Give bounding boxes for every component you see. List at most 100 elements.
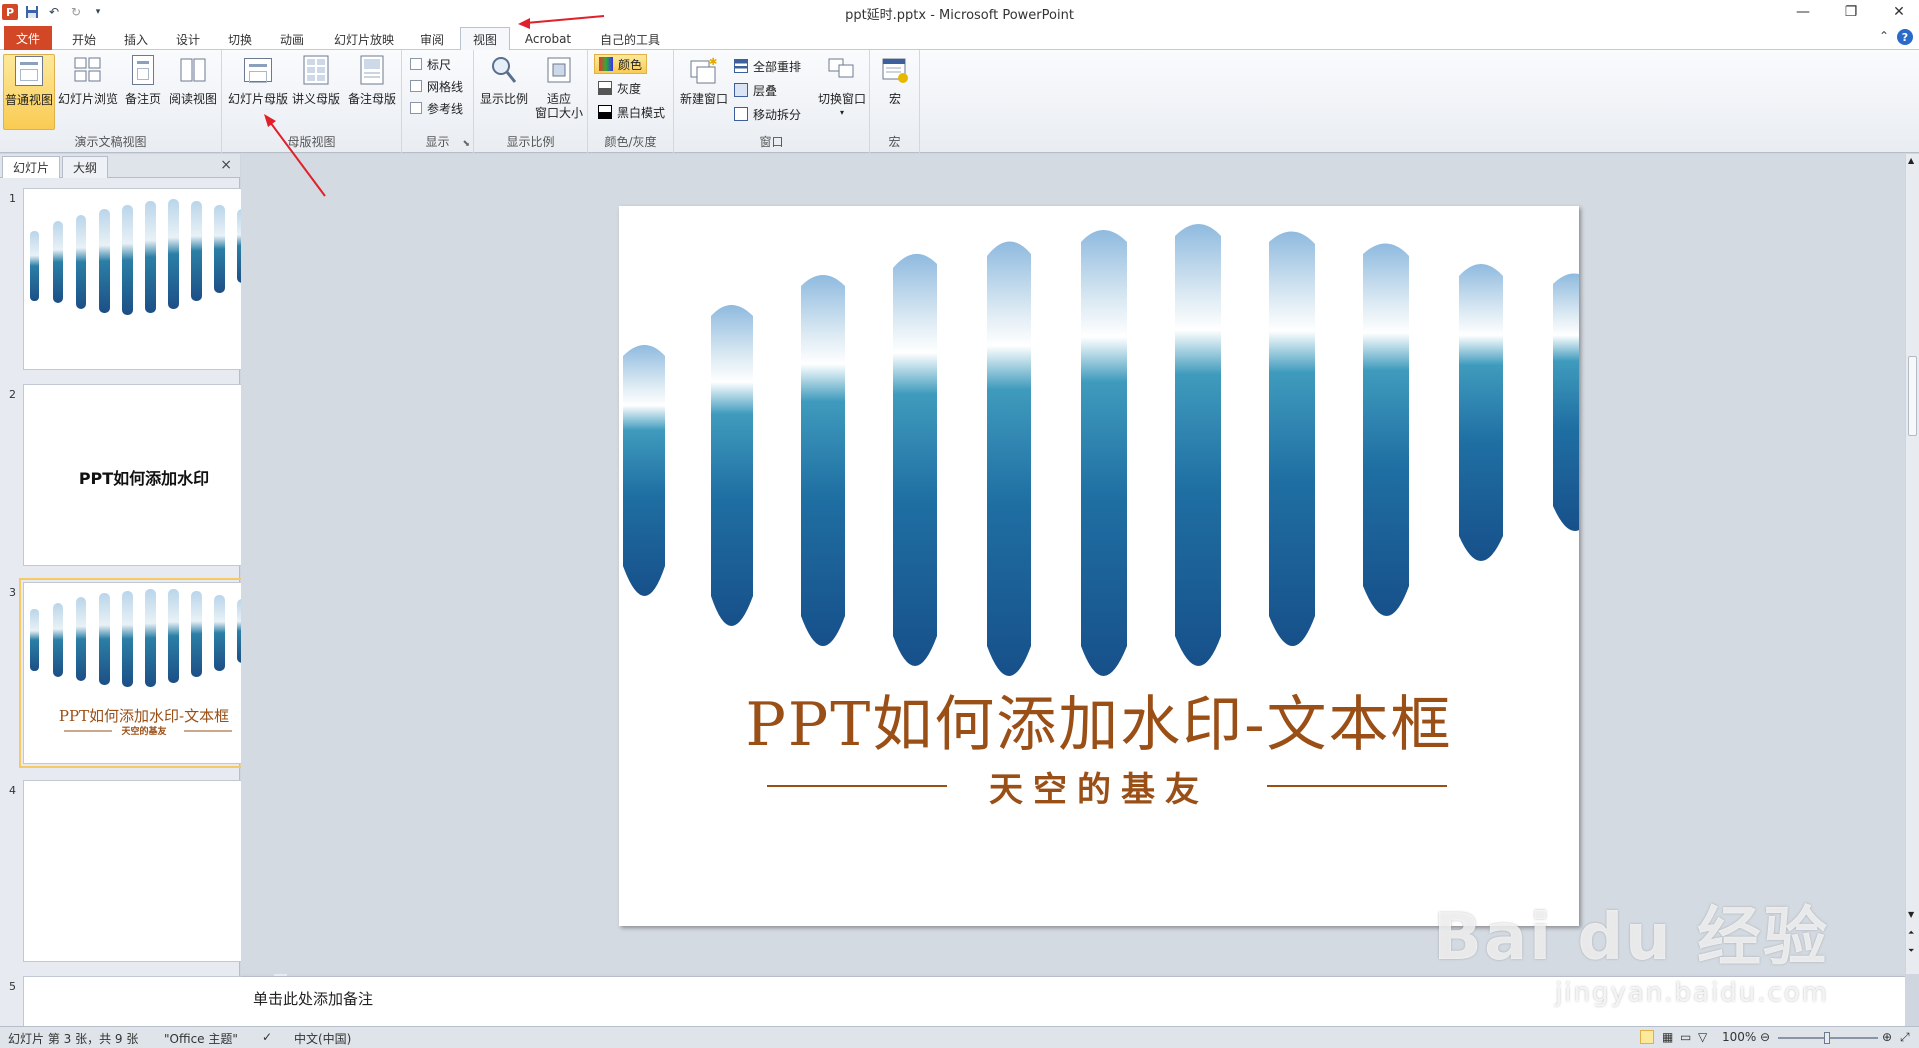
ruler-checkbox[interactable]: 标尺 bbox=[410, 54, 451, 74]
macro-icon bbox=[882, 58, 908, 83]
slide-title[interactable]: PPT如何添加水印-文本框 bbox=[619, 676, 1579, 763]
tab-outline[interactable]: 大纲 bbox=[62, 156, 109, 178]
macros-button[interactable]: 宏 bbox=[870, 54, 920, 130]
restore-icon[interactable]: ❐ bbox=[1831, 0, 1871, 24]
subtitle-right-line bbox=[1267, 785, 1447, 787]
zoom-button[interactable]: 显示比例 bbox=[478, 54, 530, 130]
fit-slide-icon[interactable]: ⤢ bbox=[1900, 1030, 1910, 1045]
close-icon[interactable]: ✕ bbox=[1879, 0, 1919, 24]
ribbon: 普通视图 幻灯片浏览 备注页 阅读视图 演示文稿视图 幻灯片母版 讲义母版 备注… bbox=[0, 50, 1919, 153]
tab-insert[interactable]: 插入 bbox=[114, 28, 158, 50]
gridlines-checkbox[interactable]: 网格线 bbox=[410, 76, 463, 96]
arrange-all-button[interactable]: 全部重排 bbox=[734, 56, 801, 76]
tab-file[interactable]: 文件 bbox=[4, 26, 52, 50]
slide-sorter-icon bbox=[74, 57, 101, 82]
tab-transitions[interactable]: 切换 bbox=[218, 28, 262, 50]
minimize-icon[interactable]: — bbox=[1783, 0, 1823, 24]
black-white-button[interactable]: 黑白模式 bbox=[598, 102, 665, 122]
baidu-watermark-brand: Bai du 经验 bbox=[1433, 901, 1829, 975]
editor-scrollbar[interactable]: ▲ ▼ ⏶ ⏷ bbox=[1905, 154, 1919, 974]
group-master-views: 幻灯片母版 讲义母版 备注母版 母版视图 bbox=[222, 50, 402, 153]
thumbnail-title: PPT如何添加水印 bbox=[78, 469, 210, 488]
thumbnail-number: 5 bbox=[9, 980, 16, 993]
notes-placeholder: 单击此处添加备注 bbox=[253, 990, 374, 1008]
fit-window-icon bbox=[547, 57, 571, 83]
notes-page-button[interactable]: 备注页 bbox=[120, 54, 166, 130]
scroll-down-icon[interactable]: ▼ bbox=[1908, 910, 1914, 919]
current-slide[interactable]: PPT如何添加水印-文本框 天空的基友 bbox=[619, 206, 1579, 926]
group-presentation-views: 普通视图 幻灯片浏览 备注页 阅读视图 演示文稿视图 bbox=[0, 50, 222, 153]
group-label-zoom: 显示比例 bbox=[506, 135, 555, 149]
grayscale-icon bbox=[598, 81, 612, 95]
ribbon-tabs: 文件 开始 插入 设计 切换 动画 幻灯片放映 审阅 视图 Acrobat 自己… bbox=[0, 24, 1919, 51]
fit-to-window-button[interactable]: 适应 窗口大小 bbox=[532, 54, 586, 130]
thumbnail-number: 1 bbox=[9, 192, 16, 205]
switch-window-button[interactable]: 切换窗口 ▾ bbox=[814, 54, 870, 130]
move-split-button[interactable]: 移动拆分 bbox=[734, 104, 801, 124]
thumbnail-number: 3 bbox=[9, 586, 16, 599]
cascade-icon bbox=[734, 83, 748, 97]
notes-page-icon bbox=[132, 55, 154, 85]
group-zoom: 显示比例 适应 窗口大小 显示比例 bbox=[474, 50, 588, 153]
arrange-all-icon bbox=[734, 59, 748, 73]
tab-animations[interactable]: 动画 bbox=[270, 28, 314, 50]
close-panel-icon[interactable]: × bbox=[220, 157, 232, 173]
zoom-slider-thumb[interactable] bbox=[1824, 1032, 1830, 1044]
next-slide-icon[interactable]: ⏷ bbox=[1908, 946, 1914, 956]
tab-view[interactable]: 视图 bbox=[460, 27, 510, 51]
handout-master-icon bbox=[303, 55, 329, 85]
notes-master-icon bbox=[360, 55, 384, 85]
theme-status[interactable]: "Office 主题" bbox=[164, 1030, 238, 1047]
tab-slides[interactable]: 幻灯片 bbox=[2, 156, 61, 178]
handout-master-button[interactable]: 讲义母版 bbox=[288, 54, 344, 130]
grayscale-button[interactable]: 灰度 bbox=[598, 78, 641, 98]
scroll-up-icon[interactable]: ▲ bbox=[1908, 156, 1914, 165]
magnifier-icon bbox=[492, 57, 517, 83]
slideshow-status-icon[interactable]: ▽ bbox=[1698, 1030, 1707, 1044]
thumbnail-number: 4 bbox=[9, 784, 16, 797]
slide-master-button[interactable]: 幻灯片母版 bbox=[228, 54, 288, 130]
slide-sorter-button[interactable]: 幻灯片浏览 bbox=[58, 54, 118, 130]
zoom-in-icon[interactable]: ⊕ bbox=[1882, 1030, 1892, 1044]
spelling-check-icon[interactable]: ✓ bbox=[262, 1030, 272, 1044]
slide-thumbnail-4[interactable] bbox=[23, 780, 265, 962]
help-icon[interactable]: ? bbox=[1897, 29, 1913, 45]
cascade-button[interactable]: 层叠 bbox=[734, 80, 777, 100]
tab-review[interactable]: 审阅 bbox=[410, 28, 454, 50]
minimize-ribbon-icon[interactable]: ⌃ bbox=[1879, 29, 1889, 45]
slide-thumbnail-2[interactable]: PPT如何添加水印 bbox=[23, 384, 265, 566]
tab-custom-tools[interactable]: 自己的工具 bbox=[590, 28, 670, 50]
previous-slide-icon[interactable]: ⏶ bbox=[1908, 928, 1914, 938]
reading-view-button[interactable]: 阅读视图 bbox=[166, 54, 220, 130]
slide-sorter-status-icon[interactable]: ▦ bbox=[1662, 1030, 1673, 1044]
new-window-icon: ✱ bbox=[690, 57, 717, 84]
slide-thumbnail-3[interactable]: PPT如何添加水印-文本框 天空的基友 bbox=[19, 578, 269, 768]
dialog-launcher-icon[interactable]: ⬊ bbox=[462, 139, 470, 149]
notes-master-button[interactable]: 备注母版 bbox=[344, 54, 400, 130]
editor-scroll-thumb[interactable] bbox=[1908, 356, 1917, 436]
tab-home[interactable]: 开始 bbox=[62, 28, 106, 50]
zoom-out-icon[interactable]: ⊖ bbox=[1760, 1030, 1770, 1044]
color-button[interactable]: 颜色 bbox=[594, 54, 648, 74]
group-label-master-views: 母版视图 bbox=[287, 135, 336, 149]
group-macros: 宏 宏 bbox=[870, 50, 920, 153]
normal-view-button[interactable]: 普通视图 bbox=[3, 54, 55, 130]
slides-panel: 幻灯片 大纲 × 1 2 PPT如何添加水印 3 PPT如何添加水印-文本框 天… bbox=[0, 154, 287, 1037]
reading-view-icon bbox=[180, 58, 206, 82]
baidu-watermark-url: jingyan.baidu.com bbox=[1555, 978, 1829, 1008]
tab-acrobat[interactable]: Acrobat bbox=[518, 28, 578, 50]
slide-thumbnail-1[interactable] bbox=[23, 188, 265, 370]
tab-design[interactable]: 设计 bbox=[166, 28, 210, 50]
normal-view-status-icon[interactable] bbox=[1640, 1030, 1654, 1044]
tab-slideshow[interactable]: 幻灯片放映 bbox=[326, 28, 402, 50]
language-status[interactable]: 中文(中国) bbox=[294, 1030, 351, 1047]
black-white-icon bbox=[598, 105, 612, 119]
color-icon bbox=[599, 57, 613, 71]
title-bar: P ↶ ↻ ▾ ppt延时.pptx - Microsoft PowerPoin… bbox=[0, 0, 1919, 24]
reading-view-status-icon[interactable]: ▭ bbox=[1680, 1030, 1691, 1044]
new-window-button[interactable]: ✱ 新建窗口 bbox=[676, 54, 732, 130]
guides-checkbox[interactable]: 参考线 bbox=[410, 98, 463, 118]
group-label-window: 窗口 bbox=[759, 135, 784, 149]
group-window: ✱ 新建窗口 全部重排 层叠 移动拆分 切换窗口 ▾ 窗口 bbox=[674, 50, 870, 153]
zoom-level[interactable]: 100% bbox=[1722, 1030, 1756, 1044]
